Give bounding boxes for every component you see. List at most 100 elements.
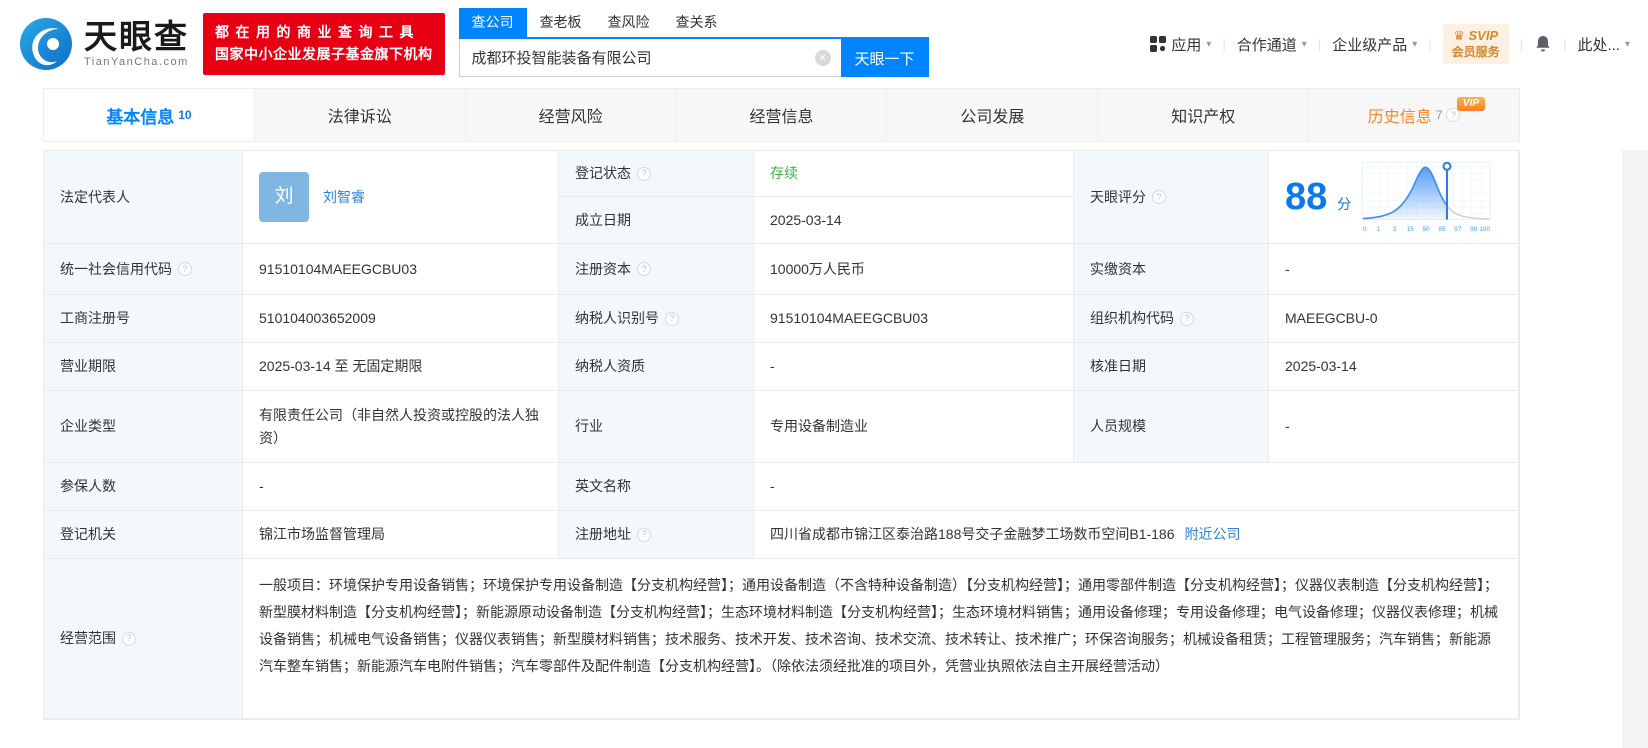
help-icon[interactable]: ? [1180,311,1194,326]
field-staff-size-value: - [1269,391,1519,463]
score-distribution-chart: 0 1 3 15 50 85 97 99 100 [1361,161,1491,233]
tick-label: 0 [1363,226,1367,233]
header-nav: 应用 ▾ | 合作通道 ▾ | 企业级产品 ▾ | ♛ SVIP 会员服务 | … [1150,24,1630,64]
field-credit-code-value: 91510104MAEEGCBU03 [243,244,559,295]
svip-member-button[interactable]: ♛ SVIP 会员服务 [1442,24,1509,64]
chevron-down-icon: ▾ [1412,38,1418,50]
field-legal-rep-label: 法定代表人 [44,151,243,244]
tick-label: 1 [1377,226,1381,233]
field-est-date-label: 成立日期 [559,197,754,244]
divider: | [1563,36,1567,52]
notification-bell-icon[interactable] [1534,34,1552,54]
field-insured-count-value: - [243,463,559,511]
help-icon[interactable]: ? [178,262,192,276]
help-icon[interactable]: ? [637,262,651,276]
tab-company-development-label: 公司发展 [960,109,1025,126]
slogan-badge: 都在用的商业查询工具 国家中小企业发展子基金旗下机构 [203,13,445,75]
tab-basic-info-count: 10 [178,108,192,122]
field-taxpayer-quality-value: - [754,343,1074,391]
tick-label: 50 [1423,226,1431,233]
field-business-term-label: 营业期限 [44,343,243,391]
tab-history-info-count: 7 [1435,108,1443,122]
search-tab-relation[interactable]: 查关系 [663,8,731,37]
score-unit: 分 [1337,195,1352,212]
search-module: 查公司 查老板 查风险 查关系 ✕ 天眼一下 [458,8,929,77]
nav-partner[interactable]: 合作通道 ▾ [1237,34,1307,55]
chevron-down-icon: ▾ [1624,38,1630,50]
tab-operating-risk-label: 经营风险 [538,109,603,126]
help-icon[interactable]: ? [637,527,651,542]
tab-legal[interactable]: 法律诉讼 [255,89,466,141]
tab-operating-risk[interactable]: 经营风险 [466,89,677,141]
field-reg-address-label: 注册地址 ? [559,511,754,559]
help-icon[interactable]: ? [665,311,679,326]
score-number: 88 [1285,176,1328,218]
field-paid-capital-value: - [1269,244,1519,295]
tab-company-development[interactable]: 公司发展 [887,89,1099,141]
brand-name: 天眼查 [84,18,189,55]
help-icon[interactable]: ? [1152,190,1166,204]
brand-domain: TianYanCha.com [84,56,189,68]
slogan-line2: 国家中小企业发展子基金旗下机构 [215,46,433,62]
vip-badge: VIP [1456,97,1486,111]
field-approval-date-value: 2025-03-14 [1269,343,1519,391]
tick-label: 3 [1393,226,1397,233]
field-insured-count-label: 参保人数 [44,463,243,511]
tab-intellectual-property[interactable]: 知识产权 [1098,89,1310,141]
tab-basic-info[interactable]: 基本信息 10 [44,89,255,141]
nav-enterprise-label: 企业级产品 [1332,36,1408,54]
divider: | [1222,36,1226,52]
crown-icon: ♛ [1453,28,1465,44]
divider: | [1428,36,1432,52]
search-button[interactable]: 天眼一下 [840,39,929,77]
field-business-scope-value: 一般项目：环境保护专用设备销售；环境保护专用设备制造【分支机构经营】；通用设备制… [243,559,1519,719]
field-credit-code-label: 统一社会信用代码 ? [44,244,243,295]
field-reg-capital-value: 10000万人民币 [754,244,1074,295]
apps-grid-icon [1150,36,1167,52]
tab-operating-info-label: 经营信息 [749,109,814,126]
field-reg-address-value: 四川省成都市锦江区泰治路188号交子金融梦工场数币空间B1-186 附近公司 [754,511,1519,559]
nav-apps[interactable]: 应用 ▾ [1150,34,1211,55]
tab-history-info[interactable]: VIP 历史信息 7 ? [1309,89,1519,141]
field-paid-capital-label: 实缴资本 [1074,244,1269,295]
divider: | [1317,36,1322,52]
search-tab-boss[interactable]: 查老板 [527,8,595,37]
tianyancha-logo-icon [20,18,72,70]
field-reg-status-label: 登记状态 ? [559,151,754,197]
clear-search-icon[interactable]: ✕ [814,50,831,66]
page-scrollbar[interactable] [1622,150,1648,748]
tianyancha-logo[interactable]: 天眼查 TianYanCha.com [18,16,189,72]
tab-operating-info[interactable]: 经营信息 [677,89,888,141]
tick-label: 100 [1480,226,1491,233]
tab-history-info-label: 历史信息 [1367,109,1432,126]
field-reg-capital-label: 注册资本 ? [559,244,754,295]
field-org-code-label: 组织机构代码 ? [1074,295,1269,343]
legal-rep-link[interactable]: 刘智睿 [323,186,365,208]
field-business-scope-label: 经营范围 ? [44,559,243,719]
search-tab-risk[interactable]: 查风险 [595,8,663,37]
svip-label1: SVIP [1468,28,1499,44]
tick-label: 85 [1439,226,1447,233]
field-taxpayer-id-label: 纳税人识别号 ? [559,295,754,343]
search-tabs: 查公司 查老板 查风险 查关系 [458,8,929,39]
field-org-code-value: MAEEGCBU-0 [1269,295,1519,343]
help-icon[interactable]: ? [637,166,651,181]
score-marker-pin [1442,161,1452,171]
help-icon[interactable]: ? [122,631,136,646]
legal-rep-avatar[interactable]: 刘 [259,172,309,222]
field-score-label: 天眼评分 ? [1074,151,1269,244]
field-taxpayer-quality-label: 纳税人资质 [559,343,754,391]
search-input[interactable] [458,39,841,77]
nearby-companies-link[interactable]: 附近公司 [1185,523,1241,545]
field-legal-rep-value: 刘 刘智睿 [243,151,559,244]
field-reg-number-value: 510104003652009 [243,295,559,343]
field-score-value: 88 分 0 1 3 15 50 85 97 99 100 [1269,151,1519,244]
section-tabbar: 基本信息 10 法律诉讼 经营风险 经营信息 公司发展 知识产权 VIP 历史信… [43,88,1520,142]
field-english-name-value: - [754,463,1519,511]
search-tab-company[interactable]: 查公司 [458,8,527,37]
field-est-date-value: 2025-03-14 [754,197,1074,244]
user-account-label: 此处... [1577,36,1620,54]
user-account-menu[interactable]: 此处... ▾ [1577,34,1630,55]
tick-label: 99 [1470,226,1478,233]
nav-enterprise[interactable]: 企业级产品 ▾ [1332,34,1417,55]
